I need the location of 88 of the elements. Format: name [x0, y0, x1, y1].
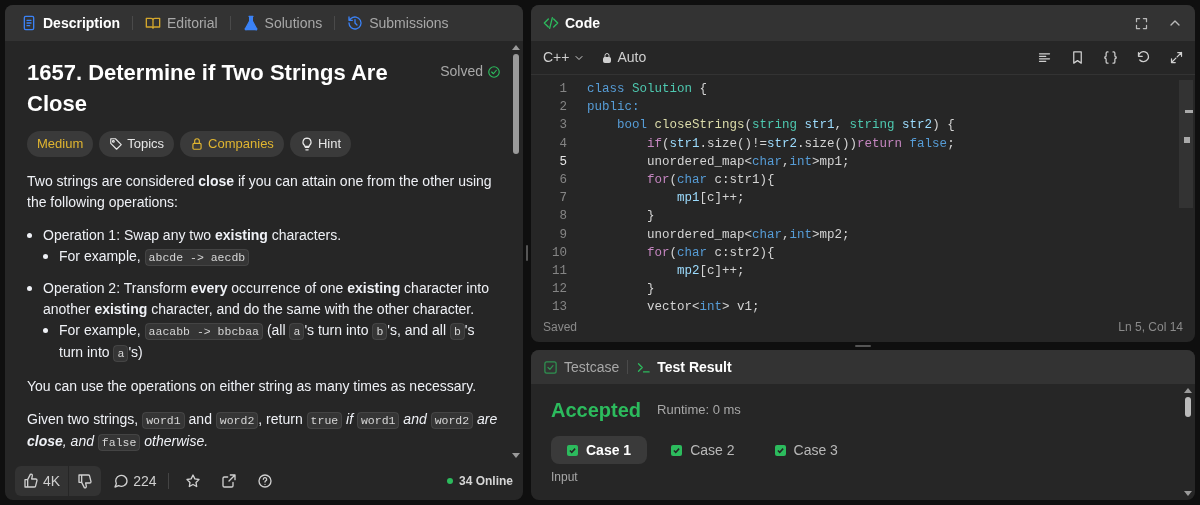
line-number: 6 [558, 172, 568, 189]
undo-icon[interactable] [1136, 50, 1151, 65]
case-tab[interactable]: Case 1 [551, 436, 648, 464]
braces-icon[interactable] [1103, 50, 1118, 65]
scrollbar[interactable] [1179, 80, 1193, 208]
tab[interactable]: Description [17, 8, 124, 38]
line-number: 12 [551, 281, 568, 299]
resize-handle[interactable] [855, 345, 871, 347]
lightbulb-icon [299, 137, 314, 151]
panel-title: Code [565, 13, 600, 33]
book-icon [145, 15, 161, 31]
verdict-label: Accepted [551, 398, 642, 423]
format-icon[interactable] [1037, 50, 1052, 65]
code-line: for(char c:str2){ [646, 244, 775, 262]
history-icon [347, 15, 364, 31]
code-icon [543, 15, 559, 31]
lock-icon [190, 137, 205, 151]
list-item-text: Operation 1: Swap any two existing characters. [43, 226, 342, 245]
solved-label: Solved [440, 62, 483, 81]
code-line: unordered_map<char,int>mp2; [646, 226, 850, 244]
bullet-icon [27, 286, 32, 291]
code-line: for(char c:str1){ [646, 172, 775, 189]
resize-handle[interactable] [526, 244, 528, 261]
cursor-position: Ln 5, Col 14 [1118, 319, 1183, 336]
description-paragraph: Two strings are considered close if you can attain one from the other using the following operations: [27, 172, 493, 212]
tab[interactable]: Editorial [141, 8, 222, 38]
language-select[interactable]: C++ [539, 47, 590, 68]
line-number: 1 [558, 81, 568, 98]
comment-icon [113, 473, 130, 489]
line-number: 13 [551, 299, 568, 317]
line-number: 7 [558, 190, 568, 208]
description-paragraph: You can use the operations on either string as many times as necessary. [27, 377, 478, 396]
share-icon[interactable] [221, 473, 238, 489]
line-number: 9 [558, 226, 568, 244]
code-line: mp1[c]++; [676, 190, 745, 208]
line-number: 8 [558, 208, 568, 226]
save-status: Saved [543, 319, 578, 336]
thumbs-down-icon[interactable] [77, 473, 94, 489]
list-item-text: Operation 2: Transform every occurrence of one existing character into another existing character, and do the same with the other character. [43, 279, 490, 319]
tag-icon [109, 137, 124, 151]
line-number: 4 [558, 135, 568, 153]
document-icon [21, 15, 37, 31]
runtime-label: Runtime: 0 ms [657, 401, 741, 420]
line-number: 11 [551, 263, 568, 281]
online-count: 34 Online [458, 473, 513, 490]
line-number: 5 [558, 153, 568, 171]
code-line: class Solution { [586, 81, 708, 98]
checkbox-icon [543, 359, 558, 375]
expand-icon[interactable] [1169, 50, 1184, 65]
fullscreen-icon[interactable] [1134, 15, 1149, 31]
tag-chip[interactable]: Hint [289, 131, 351, 157]
bullet-icon [43, 254, 48, 259]
section-label: Input [551, 470, 579, 484]
code-line: unordered_map<char,int>mp1; [646, 153, 850, 171]
bullet-icon [27, 233, 32, 238]
flask-icon [242, 15, 259, 31]
code-line: } [646, 208, 655, 226]
code-line: if(str1.size()!=str2.size())return false; [646, 135, 955, 153]
code-line: } [646, 281, 655, 299]
code-line: vector<int> v1; [646, 299, 760, 317]
star-icon[interactable] [185, 473, 202, 489]
tab[interactable]: Solutions [238, 8, 327, 38]
tab[interactable]: Testcase [543, 356, 620, 378]
code-line: mp2[c]++; [676, 263, 745, 281]
bookmark-icon[interactable] [1070, 50, 1085, 65]
mode-label: Auto [617, 48, 647, 67]
check-circle-icon [487, 64, 501, 79]
thumbs-up-icon [23, 473, 39, 489]
comments-button[interactable]: 224 [113, 470, 157, 492]
code-line: public: [586, 99, 640, 117]
tag-chip[interactable]: Medium [27, 131, 94, 157]
case-tab[interactable]: Case 2 [655, 436, 751, 464]
tab[interactable]: Submissions [343, 8, 453, 38]
line-number: 10 [551, 244, 568, 262]
line-number: 3 [558, 117, 568, 135]
line-number: 2 [558, 99, 568, 117]
description-paragraph: Given two strings, word1 and word2 , return true if word1 and word2 are close, and false otherwise. [27, 410, 499, 453]
problem-title: 1657. Determine if Two Strings Are Close [27, 59, 389, 118]
tag-chip[interactable]: Companies [180, 131, 284, 157]
help-icon[interactable] [257, 473, 274, 489]
tab[interactable]: Test Result [636, 356, 732, 378]
lock-icon [601, 51, 614, 64]
list-item-text: For example, aacabb -> bbcbaa (all a 's turn into b 's, and all b 's turn into a 's) [59, 321, 476, 364]
code-line: bool closeStrings(string str1, string str2) { [616, 117, 955, 135]
tag-chip[interactable]: Topics [99, 131, 175, 157]
list-item-text: For example, abcde -> aecdb [59, 246, 250, 268]
bullet-icon [43, 328, 48, 333]
case-tab[interactable]: Case 3 [758, 436, 854, 464]
